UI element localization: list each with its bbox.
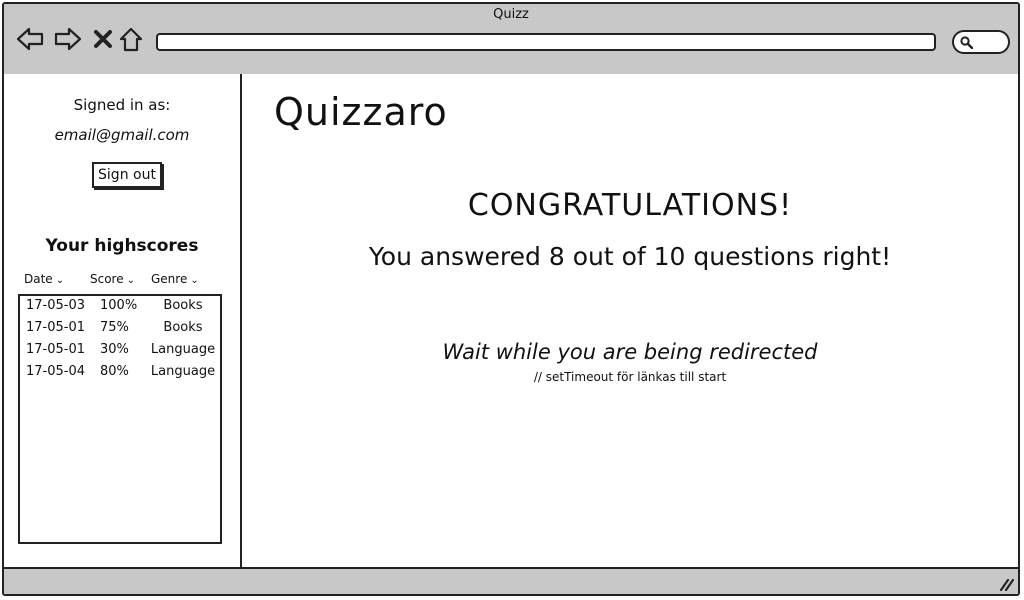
column-label-score: Score xyxy=(90,272,124,286)
chevron-down-icon: ⌄ xyxy=(55,275,65,286)
browser-toolbar: Quizz xyxy=(4,4,1018,76)
column-label-date: Date xyxy=(24,272,53,286)
row-date: 17-05-04 xyxy=(26,364,86,379)
row-genre: Books xyxy=(163,298,203,313)
url-bar[interactable] xyxy=(156,33,936,51)
highscores-title: Your highscores xyxy=(45,236,199,256)
row-genre: Language xyxy=(150,364,216,379)
search-icon xyxy=(960,36,973,49)
highscore-row: 17-05-01 75% Books xyxy=(20,320,220,340)
forward-arrow-icon[interactable] xyxy=(54,26,82,52)
main-content: Quizzaro CONGRATULATIONS! You answered 8… xyxy=(242,74,1018,571)
resize-grip-icon[interactable] xyxy=(998,577,1014,591)
row-score: 75% xyxy=(100,320,129,335)
signed-in-label: Signed in as: xyxy=(73,96,171,114)
search-field[interactable] xyxy=(952,30,1010,54)
chevron-down-icon: ⌄ xyxy=(126,275,135,286)
sort-score-header[interactable]: Score ⌄ xyxy=(90,272,135,286)
close-x-icon[interactable] xyxy=(92,26,114,52)
row-score: 80% xyxy=(100,364,129,379)
highscore-row: 17-05-04 80% Language xyxy=(20,364,220,384)
highscore-row: 17-05-03 100% Books xyxy=(20,298,220,318)
highscores-list[interactable]: 17-05-03 100% Books 17-05-01 75% Books 1… xyxy=(18,294,222,544)
sort-genre-header[interactable]: Genre ⌄ xyxy=(151,272,199,286)
user-email: email@gmail.com xyxy=(54,126,190,144)
browser-window: Quizz Signed in as: email@gmail.com Sign… xyxy=(2,2,1020,596)
sidebar: Signed in as: email@gmail.com Sign out Y… xyxy=(4,74,242,571)
highscore-row: 17-05-01 30% Language xyxy=(20,342,220,362)
column-label-genre: Genre xyxy=(151,272,188,286)
window-title: Quizz xyxy=(493,7,529,22)
congratulations-heading: CONGRATULATIONS! xyxy=(467,188,793,223)
row-score: 30% xyxy=(100,342,129,357)
row-date: 17-05-01 xyxy=(26,342,86,357)
row-genre: Language xyxy=(150,342,216,357)
sort-date-header[interactable]: Date ⌄ xyxy=(24,272,64,286)
row-genre: Books xyxy=(163,320,203,335)
row-score: 100% xyxy=(100,298,138,313)
back-arrow-icon[interactable] xyxy=(16,26,44,52)
redirect-message: Wait while you are being redirected xyxy=(442,340,818,364)
dev-note: // setTimeout för länkas till start xyxy=(533,370,727,384)
row-date: 17-05-01 xyxy=(26,320,86,335)
quiz-result-text: You answered 8 out of 10 questions right… xyxy=(368,242,892,271)
app-logo-title: Quizzaro xyxy=(274,90,448,134)
chevron-down-icon: ⌄ xyxy=(190,275,199,286)
home-icon[interactable] xyxy=(118,26,144,52)
row-date: 17-05-03 xyxy=(26,298,86,313)
status-bar xyxy=(4,567,1018,594)
sign-out-button[interactable]: Sign out xyxy=(92,162,162,188)
